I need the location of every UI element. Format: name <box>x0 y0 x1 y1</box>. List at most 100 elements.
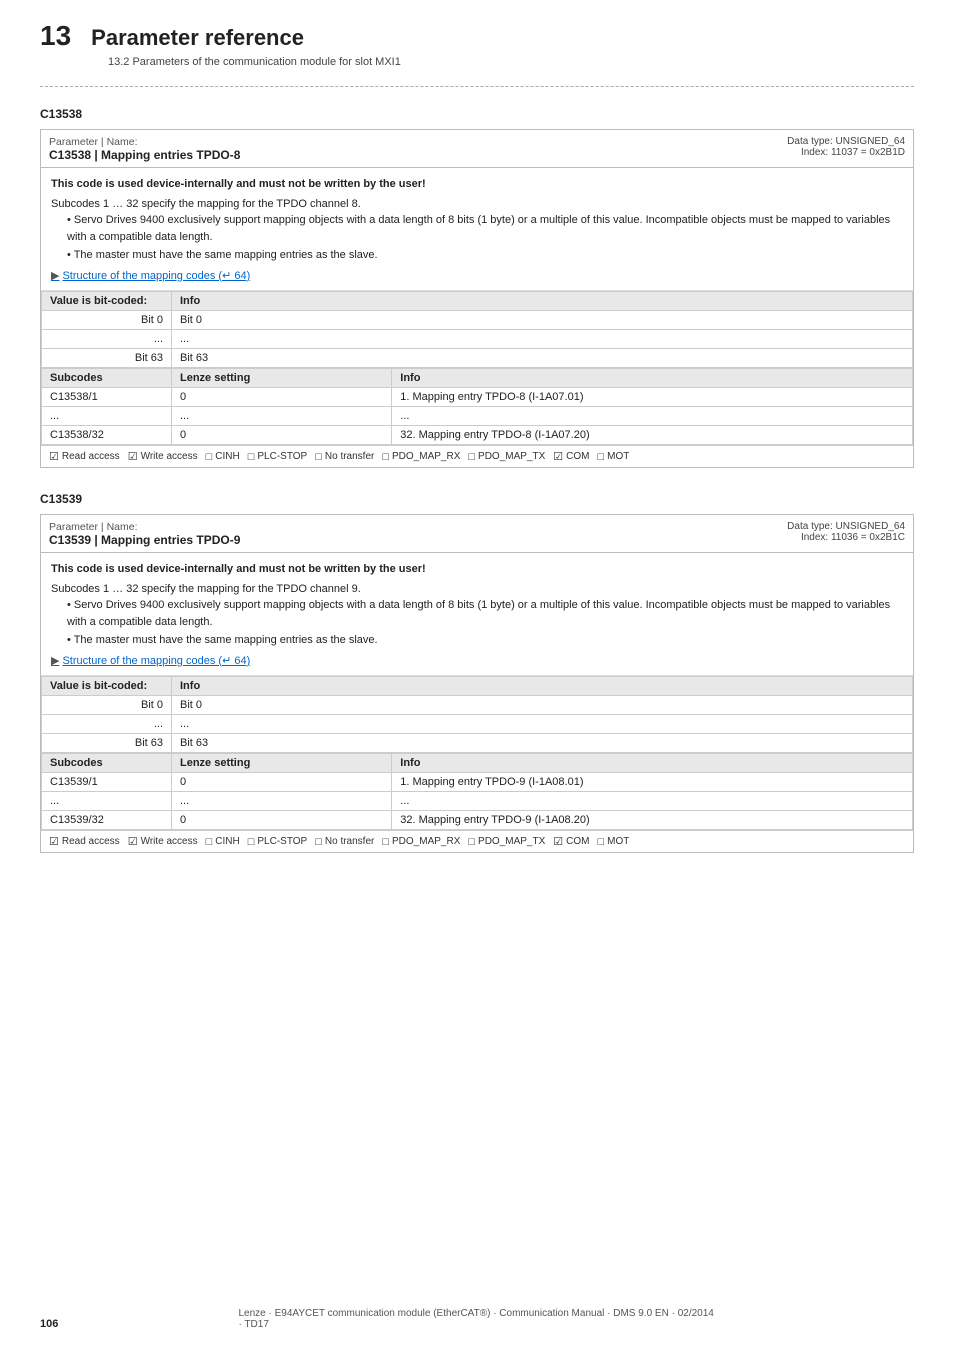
param-box-c13539: Parameter | Name: C13539 | Mapping entri… <box>40 514 914 853</box>
link-line-c13539[interactable]: ▶Structure of the mapping codes (↵ 64) <box>51 653 903 670</box>
link-text-c13539[interactable]: Structure of the mapping codes <box>62 655 215 667</box>
no-transfer-c13539: No transfer <box>315 835 374 848</box>
read-access-checkbox-c13539 <box>49 835 59 848</box>
pdo-map-rx-c13538: PDO_MAP_RX <box>382 450 460 463</box>
desc-bullet1-c13538: • Servo Drives 9400 exclusively support … <box>51 212 903 245</box>
table-row: Bit 0 Bit 0 <box>42 696 913 715</box>
table-row: ... ... <box>42 715 913 734</box>
subcode-c13538-1-info: 1. Mapping entry TPDO-8 (I-1A07.01) <box>392 388 913 407</box>
desc-line1-c13538: Subcodes 1 … 32 specify the mapping for … <box>51 196 903 213</box>
bit63-label-c13538: Bit 63 <box>42 349 172 368</box>
cinh-c13538: CINH <box>206 450 240 463</box>
plc-stop-checkbox-c13538 <box>248 451 255 463</box>
param-header-left-c13538: Parameter | Name: C13538 | Mapping entri… <box>49 136 240 162</box>
subcode-c13538-32-id: C13538/32 <box>42 426 172 445</box>
com-c13539: COM <box>553 835 589 848</box>
ellipsis1-val-c13538: ... <box>172 330 913 349</box>
bit0-label-c13538: Bit 0 <box>42 311 172 330</box>
pdo-map-tx-checkbox-c13539 <box>468 836 475 848</box>
no-transfer-checkbox-c13539 <box>315 836 322 848</box>
com-c13538: COM <box>553 450 589 463</box>
chapter-number: 13 <box>40 20 71 52</box>
ellipsis1-c13538: ... <box>42 330 172 349</box>
write-access-c13538: Write access <box>128 450 198 463</box>
pdo-map-tx-c13538: PDO_MAP_TX <box>468 450 545 463</box>
subcode-c13539-ellipsis: ... <box>42 792 172 811</box>
data-type-c13539: Data type: UNSIGNED_64 <box>787 521 905 532</box>
table-row: Bit 63 Bit 63 <box>42 734 913 753</box>
value-col2-header-c13539: Info <box>172 677 913 696</box>
subcode-c13539-ellipsis-setting: ... <box>172 792 392 811</box>
table-row: ... ... <box>42 330 913 349</box>
footer-text: Lenze · E94AYCET communication module (E… <box>239 1308 716 1330</box>
access-row-c13539: Read access Write access CINH PLC-STOP N… <box>41 830 913 852</box>
link-suffix-c13539: (↵ 64) <box>215 655 250 667</box>
desc-line1-c13539: Subcodes 1 … 32 specify the mapping for … <box>51 581 903 598</box>
subcode-c13538-32-info: 32. Mapping entry TPDO-8 (I-1A07.20) <box>392 426 913 445</box>
subcode-c13538-1-id: C13538/1 <box>42 388 172 407</box>
subcode-c13539-32-setting: 0 <box>172 811 392 830</box>
param-header-c13538: Parameter | Name: C13538 | Mapping entri… <box>41 130 913 168</box>
value-table-c13539: Value is bit-coded: Info Bit 0 Bit 0 ...… <box>41 676 913 753</box>
data-type-c13538: Data type: UNSIGNED_64 <box>787 136 905 147</box>
write-access-checkbox-c13539 <box>128 835 138 848</box>
param-header-left-c13539: Parameter | Name: C13539 | Mapping entri… <box>49 521 240 547</box>
param-description-c13538: This code is used device-internally and … <box>41 168 913 291</box>
index-c13539: Index: 11036 = 0x2B1C <box>787 532 905 543</box>
subcodes-col1-header-c13538: Subcodes <box>42 369 172 388</box>
subcode-c13538-1-setting: 0 <box>172 388 392 407</box>
subcodes-col3-header-c13538: Info <box>392 369 913 388</box>
mot-checkbox-c13538 <box>598 451 605 463</box>
table-row: Bit 0 Bit 0 <box>42 311 913 330</box>
read-access-c13539: Read access <box>49 835 120 848</box>
subcode-c13538-32-setting: 0 <box>172 426 392 445</box>
param-label-c13538: Parameter | Name: <box>49 136 138 148</box>
plc-stop-c13538: PLC-STOP <box>248 450 308 463</box>
subcode-c13539-32-info: 32. Mapping entry TPDO-9 (I-1A08.20) <box>392 811 913 830</box>
read-access-checkbox-c13538 <box>49 450 59 463</box>
link-text-c13538[interactable]: Structure of the mapping codes <box>62 270 215 282</box>
com-checkbox-c13538 <box>553 450 563 463</box>
value-table-c13538: Value is bit-coded: Info Bit 0 Bit 0 ...… <box>41 291 913 368</box>
pdo-map-rx-c13539: PDO_MAP_RX <box>382 835 460 848</box>
page-header: 13 Parameter reference <box>40 20 914 52</box>
param-box-c13538: Parameter | Name: C13538 | Mapping entri… <box>40 129 914 468</box>
table-row: C13538/1 0 1. Mapping entry TPDO-8 (I-1A… <box>42 388 913 407</box>
index-c13538: Index: 11037 = 0x2B1D <box>787 147 905 158</box>
pdo-map-tx-checkbox-c13538 <box>468 451 475 463</box>
read-access-c13538: Read access <box>49 450 120 463</box>
value-col1-header-c13539: Value is bit-coded: <box>42 677 172 696</box>
desc-bold-c13539: This code is used device-internally and … <box>51 561 903 578</box>
ellipsis1-val-c13539: ... <box>172 715 913 734</box>
link-line-c13538[interactable]: ▶Structure of the mapping codes (↵ 64) <box>51 268 903 285</box>
cinh-c13539: CINH <box>206 835 240 848</box>
section-id-c13538: C13538 <box>40 107 914 121</box>
subcode-c13538-ellipsis-info: ... <box>392 407 913 426</box>
write-access-c13539: Write access <box>128 835 198 848</box>
subcode-c13539-1-info: 1. Mapping entry TPDO-9 (I-1A08.01) <box>392 773 913 792</box>
desc-bullet1-c13539: • Servo Drives 9400 exclusively support … <box>51 597 903 630</box>
link-arrow-c13539: ▶ <box>51 655 59 667</box>
subcode-c13539-ellipsis-info: ... <box>392 792 913 811</box>
subcodes-table-c13538: Subcodes Lenze setting Info C13538/1 0 1… <box>41 368 913 445</box>
pdo-map-rx-checkbox-c13539 <box>382 836 389 848</box>
subcode-c13539-1-setting: 0 <box>172 773 392 792</box>
value-col1-header-c13538: Value is bit-coded: <box>42 292 172 311</box>
write-access-checkbox-c13538 <box>128 450 138 463</box>
bit63-value-c13538: Bit 63 <box>172 349 913 368</box>
sub-heading: 13.2 Parameters of the communication mod… <box>108 56 914 68</box>
table-row: C13539/32 0 32. Mapping entry TPDO-9 (I-… <box>42 811 913 830</box>
param-header-c13539: Parameter | Name: C13539 | Mapping entri… <box>41 515 913 553</box>
value-col2-header-c13538: Info <box>172 292 913 311</box>
mot-checkbox-c13539 <box>598 836 605 848</box>
param-name-c13538: C13538 | Mapping entries TPDO-8 <box>49 148 240 162</box>
table-row: Bit 63 Bit 63 <box>42 349 913 368</box>
chapter-title: Parameter reference <box>91 25 304 51</box>
subcodes-col2-header-c13539: Lenze setting <box>172 754 392 773</box>
desc-bullet2-c13539: • The master must have the same mapping … <box>51 632 903 649</box>
table-row: C13539/1 0 1. Mapping entry TPDO-9 (I-1A… <box>42 773 913 792</box>
plc-stop-c13539: PLC-STOP <box>248 835 308 848</box>
subcodes-table-c13539: Subcodes Lenze setting Info C13539/1 0 1… <box>41 753 913 830</box>
subcode-c13538-ellipsis-setting: ... <box>172 407 392 426</box>
desc-bold-c13538: This code is used device-internally and … <box>51 176 903 193</box>
